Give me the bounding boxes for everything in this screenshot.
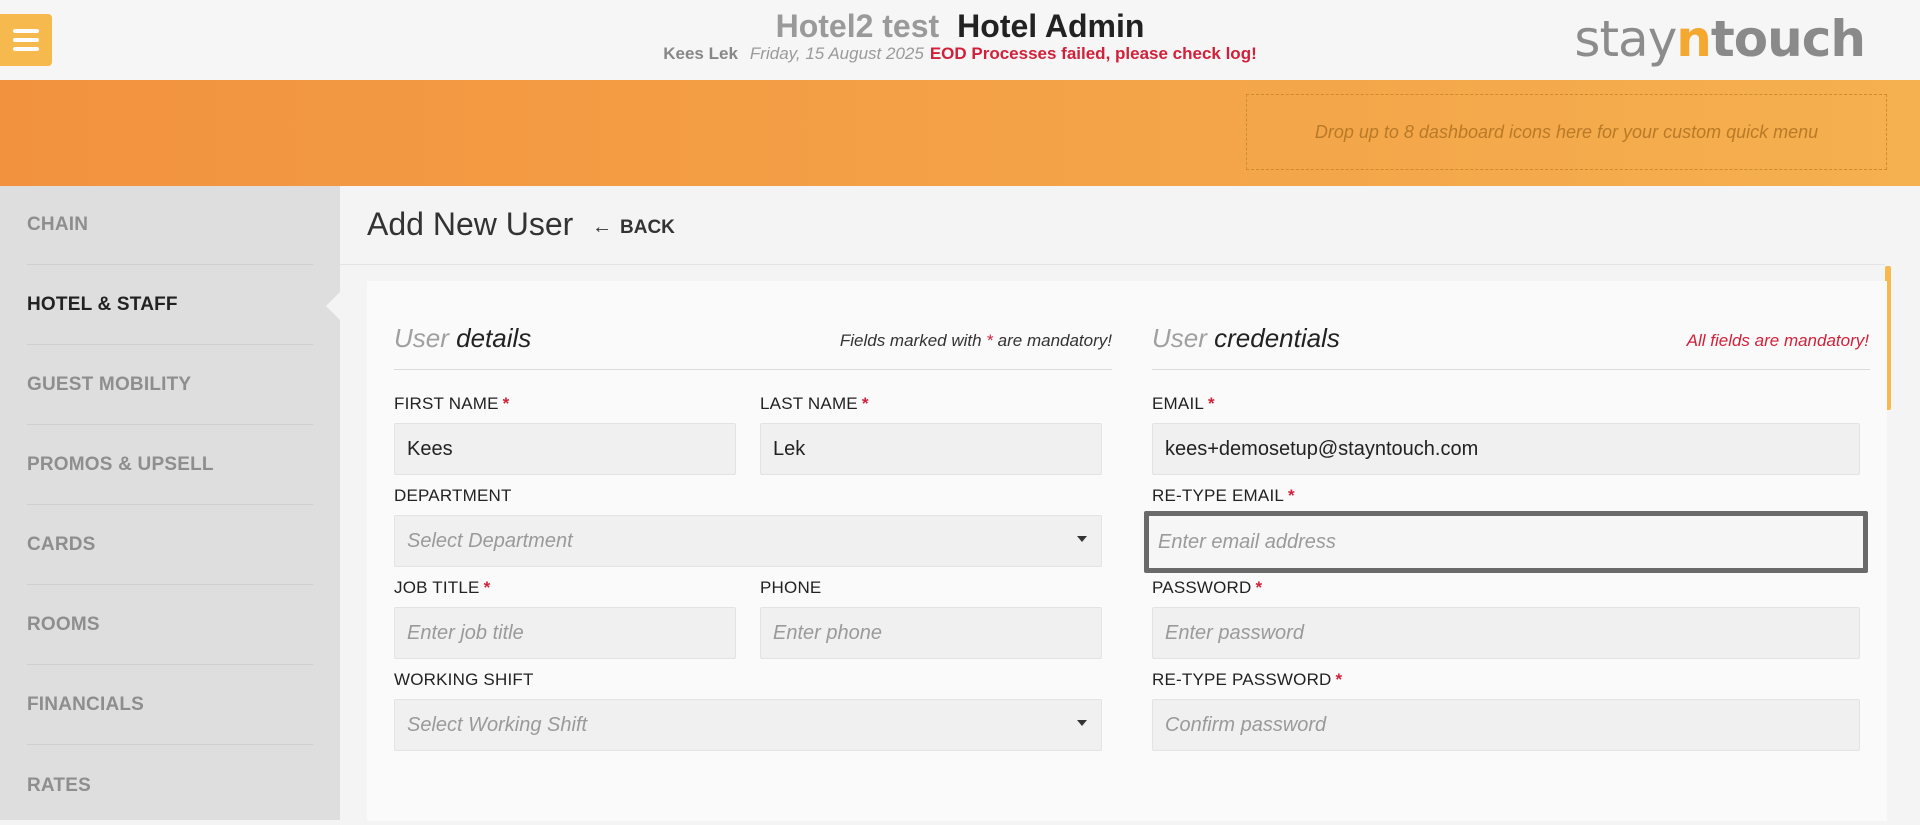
add-user-form: User details Fields marked with * are ma… [367, 281, 1887, 821]
password-label: PASSWORD * [1152, 578, 1263, 597]
quick-menu-band: Drop up to 8 dashboard icons here for yo… [0, 80, 1920, 186]
user-name: Kees Lek [663, 44, 738, 63]
sidebar-item-promos-upsell[interactable]: PROMOS & UPSELL [27, 426, 313, 505]
job-title-label: JOB TITLE * [394, 578, 491, 597]
working-shift-select[interactable]: Select Working Shift [394, 699, 1102, 751]
sidebar-item-guest-mobility[interactable]: GUEST MOBILITY [27, 346, 313, 425]
sidebar-item-hotel-staff[interactable]: HOTEL & STAFF [27, 266, 313, 345]
user-credentials-divider [1152, 369, 1870, 370]
back-button[interactable]: ← BACK [592, 216, 675, 239]
working-shift-label: WORKING SHIFT [394, 670, 534, 689]
sidebar-item-chain[interactable]: CHAIN [27, 186, 313, 265]
first-name-label: FIRST NAME * [394, 394, 510, 413]
all-fields-mandatory-note: All fields are mandatory! [1686, 331, 1869, 350]
user-credentials-title: User credentials [1152, 323, 1340, 353]
email-label: EMAIL * [1152, 394, 1215, 413]
department-label: DEPARTMENT [394, 486, 512, 505]
last-name-input[interactable] [760, 423, 1102, 475]
main-content: Add New User ← BACK User details Fields … [340, 186, 1920, 821]
phone-label: PHONE [760, 578, 822, 597]
app-title: Hotel Admin [957, 8, 1145, 44]
retype-email-label: RE-TYPE EMAIL * [1152, 486, 1295, 505]
caret-down-icon [1077, 536, 1087, 542]
sidebar-item-cards[interactable]: CARDS [27, 506, 313, 585]
caret-down-icon [1077, 720, 1087, 726]
quick-menu-dropzone[interactable]: Drop up to 8 dashboard icons here for yo… [1246, 94, 1887, 170]
sidebar-item-rooms[interactable]: ROOMS [27, 586, 313, 665]
arrow-left-icon: ← [592, 216, 612, 238]
user-details-title: User details [394, 323, 532, 353]
header-divider [340, 264, 1885, 265]
page-title: Add New User [367, 206, 574, 242]
hotel-name: Hotel2 test [775, 8, 940, 44]
phone-input[interactable] [760, 607, 1102, 659]
mandatory-note: Fields marked with * are mandatory! [839, 331, 1112, 350]
user-details-divider [394, 369, 1112, 370]
back-label: BACK [620, 216, 675, 238]
job-title-input[interactable] [394, 607, 736, 659]
top-bar: Hotel2 test Hotel Admin Kees Lek Friday, 1… [0, 0, 1920, 80]
eod-error-message[interactable]: EOD Processes failed, please check log! [930, 44, 1257, 63]
last-name-label: LAST NAME * [760, 394, 869, 413]
business-date: Friday, 15 August 2025 [749, 44, 924, 63]
retype-password-input[interactable] [1152, 699, 1860, 751]
password-input[interactable] [1152, 607, 1860, 659]
sidebar-item-rates[interactable]: RATES [27, 746, 313, 825]
sidebar-item-financials[interactable]: FINANCIALS [27, 666, 313, 745]
sidebar: CHAIN HOTEL & STAFF GUEST MOBILITY PROMO… [0, 186, 342, 820]
first-name-input[interactable] [394, 423, 736, 475]
retype-password-label: RE-TYPE PASSWORD * [1152, 670, 1343, 689]
department-select[interactable]: Select Department [394, 515, 1102, 567]
retype-email-input[interactable] [1144, 511, 1868, 573]
email-input[interactable] [1152, 423, 1860, 475]
stayntouch-logo: stayntouch [1574, 10, 1866, 68]
